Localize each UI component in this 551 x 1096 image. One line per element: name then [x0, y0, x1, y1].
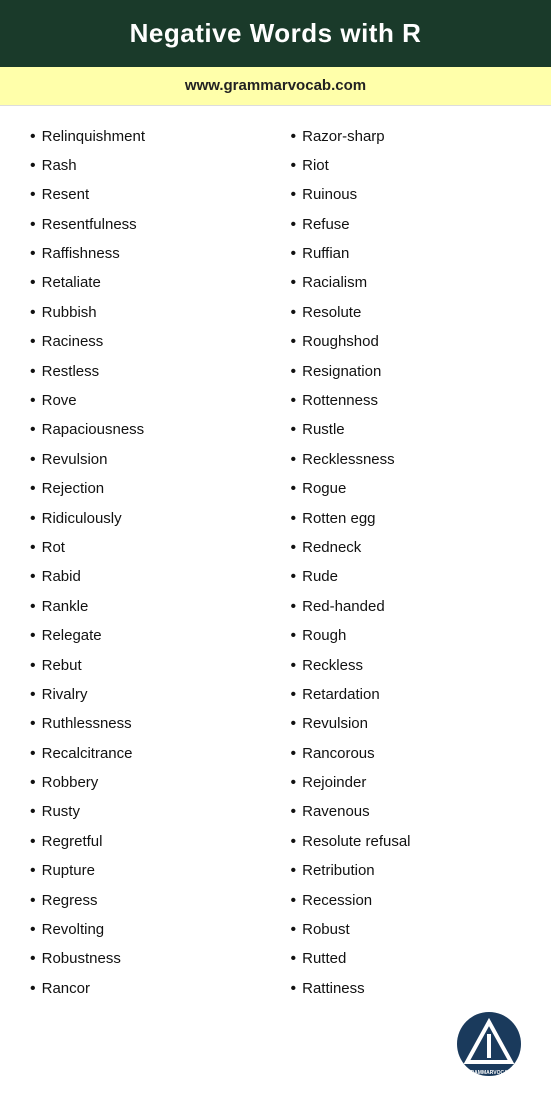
right-word-list: Razor-sharpRiotRuinousRefuseRuffianRacia…	[291, 122, 532, 1004]
list-item: Resignation	[291, 357, 532, 386]
list-item: Rebut	[30, 651, 271, 680]
list-item: Ruffian	[291, 240, 532, 269]
list-item: Rude	[291, 563, 532, 592]
list-item: Resent	[30, 181, 271, 210]
list-item: Ruinous	[291, 181, 532, 210]
list-item: Retribution	[291, 857, 532, 886]
list-item: Rot	[30, 533, 271, 562]
left-word-list: RelinquishmentRashResentResentfulnessRaf…	[30, 122, 271, 1004]
list-item: Resolute refusal	[291, 827, 532, 856]
list-item: Rough	[291, 622, 532, 651]
list-item: Rash	[30, 151, 271, 180]
list-item: Rustle	[291, 416, 532, 445]
header: Negative Words with R	[0, 0, 551, 67]
list-item: Robustness	[30, 945, 271, 974]
list-item: Ridiculously	[30, 504, 271, 533]
list-item: Rancorous	[291, 739, 532, 768]
svg-text:GRAMMARVOCAB: GRAMMARVOCAB	[467, 1070, 512, 1076]
list-item: Razor-sharp	[291, 122, 532, 151]
list-item: Red-handed	[291, 592, 532, 621]
list-item: Racialism	[291, 269, 532, 298]
list-item: Resentfulness	[30, 210, 271, 239]
list-item: Riot	[291, 151, 532, 180]
list-item: Refuse	[291, 210, 532, 239]
list-item: Rabid	[30, 563, 271, 592]
list-item: Revolting	[30, 916, 271, 945]
grammarvocab-logo: GRAMMARVOCAB	[457, 1012, 521, 1076]
list-item: Robbery	[30, 769, 271, 798]
list-item: Rubbish	[30, 298, 271, 327]
list-item: Rottenness	[291, 387, 532, 416]
list-item: Relinquishment	[30, 122, 271, 151]
list-item: Rutted	[291, 945, 532, 974]
list-item: Redneck	[291, 533, 532, 562]
list-item: Rupture	[30, 857, 271, 886]
right-column: Razor-sharpRiotRuinousRefuseRuffianRacia…	[281, 122, 542, 1080]
list-item: Rattiness	[291, 974, 532, 1003]
list-item: Revulsion	[30, 445, 271, 474]
list-item: Rankle	[30, 592, 271, 621]
list-item: Recession	[291, 886, 532, 915]
list-item: Rogue	[291, 475, 532, 504]
list-item: Rancor	[30, 974, 271, 1003]
page-title: Negative Words with R	[20, 18, 531, 49]
list-item: Revulsion	[291, 710, 532, 739]
list-item: Restless	[30, 357, 271, 386]
list-item: Rove	[30, 387, 271, 416]
list-item: Retardation	[291, 680, 532, 709]
left-column: RelinquishmentRashResentResentfulnessRaf…	[20, 122, 281, 1080]
list-item: Retaliate	[30, 269, 271, 298]
list-item: Ravenous	[291, 798, 532, 827]
list-item: Roughshod	[291, 328, 532, 357]
list-item: Regress	[30, 886, 271, 915]
list-item: Reckless	[291, 651, 532, 680]
list-item: Rivalry	[30, 680, 271, 709]
list-item: Robust	[291, 916, 532, 945]
list-item: Rejoinder	[291, 769, 532, 798]
list-item: Raffishness	[30, 240, 271, 269]
list-item: Recalcitrance	[30, 739, 271, 768]
content-area: RelinquishmentRashResentResentfulnessRaf…	[0, 106, 551, 1096]
list-item: Ruthlessness	[30, 710, 271, 739]
list-item: Rotten egg	[291, 504, 532, 533]
url-text: www.grammarvocab.com	[185, 77, 366, 94]
url-bar: www.grammarvocab.com	[0, 67, 551, 106]
list-item: Relegate	[30, 622, 271, 651]
list-item: Rapaciousness	[30, 416, 271, 445]
list-item: Resolute	[291, 298, 532, 327]
list-item: Rusty	[30, 798, 271, 827]
logo-area: GRAMMARVOCAB	[291, 1012, 532, 1080]
list-item: Regretful	[30, 827, 271, 856]
list-item: Recklessness	[291, 445, 532, 474]
list-item: Raciness	[30, 328, 271, 357]
list-item: Rejection	[30, 475, 271, 504]
